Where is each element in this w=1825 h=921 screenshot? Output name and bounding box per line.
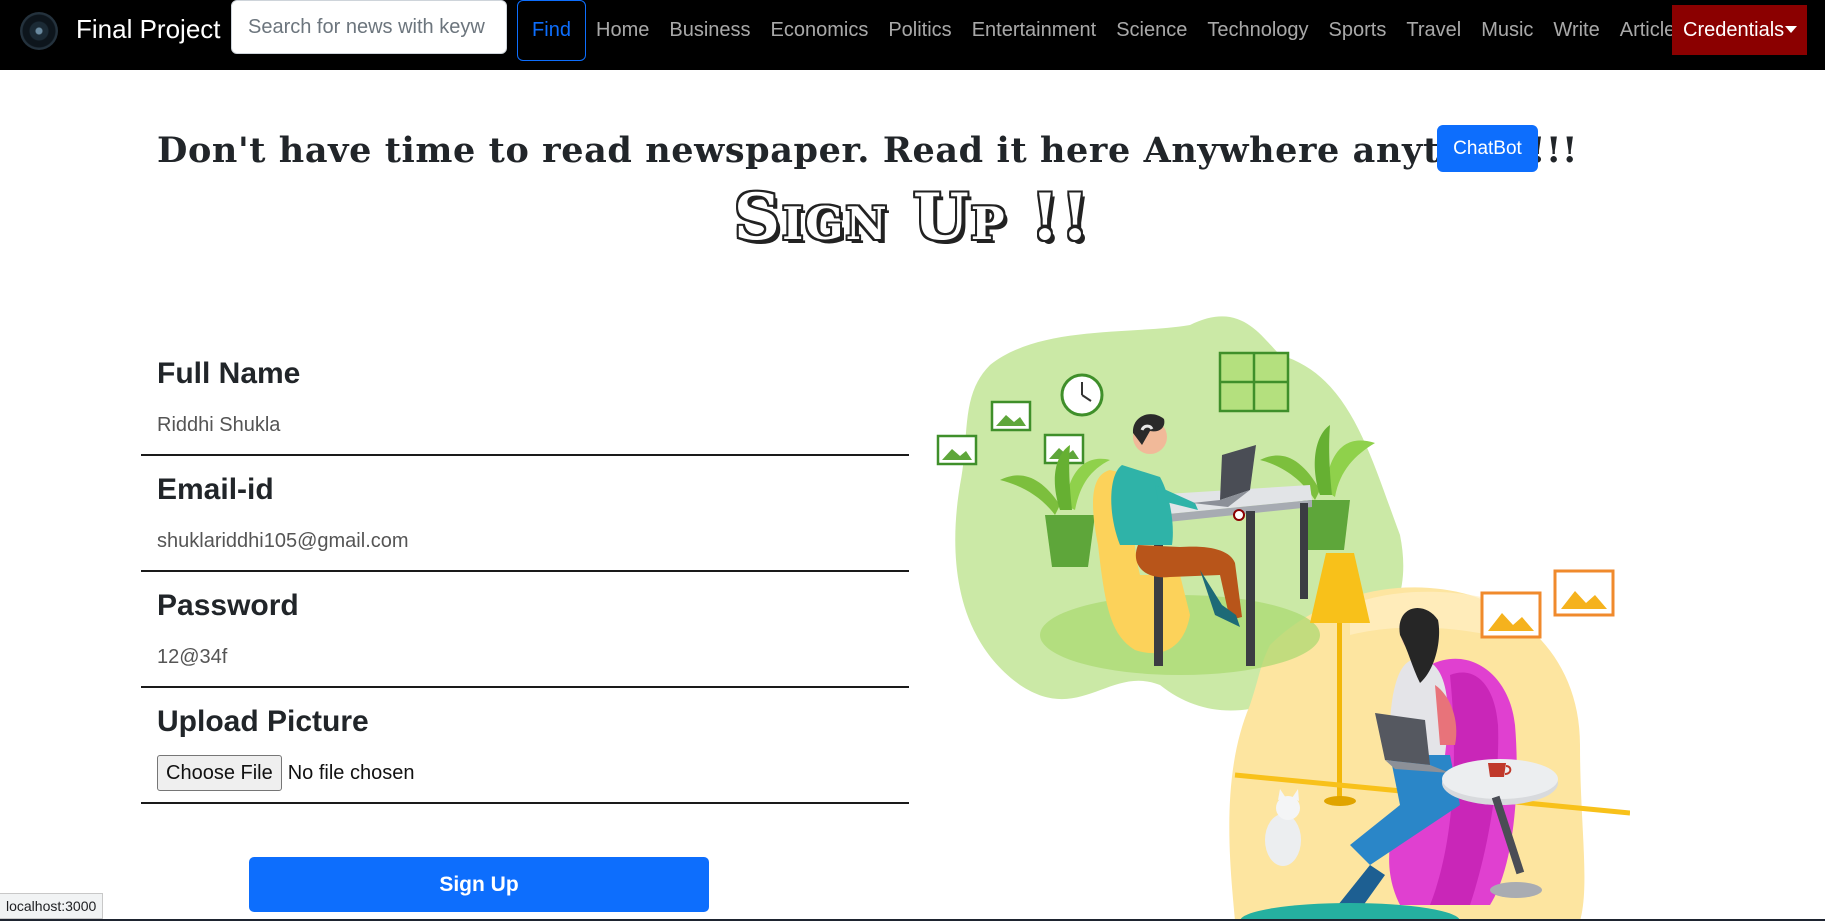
caret-down-icon — [1785, 26, 1797, 33]
email-label: Email-id — [157, 473, 274, 506]
page-tagline: Don't have time to read newspaper. Read … — [157, 130, 1578, 171]
email-field[interactable]: Email-id shuklariddhi105@gmail.com — [141, 456, 909, 572]
picture-frame-icon — [1480, 591, 1542, 639]
status-bar-url: localhost:3000 — [0, 893, 104, 919]
logo-icon[interactable] — [20, 12, 58, 50]
full-name-field[interactable]: Full Name Riddhi Shukla — [141, 340, 909, 456]
nav-link-business[interactable]: Business — [659, 19, 760, 42]
nav-link-science[interactable]: Science — [1106, 19, 1197, 42]
credentials-label: Credentials — [1683, 18, 1785, 41]
file-input[interactable]: Choose File No file chosen — [157, 755, 414, 791]
nav-link-entertainment[interactable]: Entertainment — [962, 19, 1107, 42]
nav-link-travel[interactable]: Travel — [1396, 19, 1471, 42]
nav-link-economics[interactable]: Economics — [761, 19, 879, 42]
coffee-cup-icon — [1233, 509, 1245, 521]
brand-name[interactable]: Final Project — [76, 14, 221, 45]
signup-form: Full Name Riddhi Shukla Email-id shuklar… — [141, 340, 909, 804]
password-label: Password — [157, 589, 299, 622]
window-icon — [1218, 351, 1290, 413]
nav-link-sports[interactable]: Sports — [1319, 19, 1397, 42]
full-name-label: Full Name — [157, 357, 301, 390]
work-from-home-illustration — [936, 316, 1630, 921]
choose-file-button[interactable]: Choose File — [157, 755, 282, 791]
upload-label: Upload Picture — [157, 705, 369, 738]
find-button[interactable]: Find — [517, 0, 586, 61]
credentials-dropdown[interactable]: Credentials — [1672, 5, 1807, 55]
email-input[interactable]: shuklariddhi105@gmail.com — [157, 530, 409, 553]
file-status: No file chosen — [287, 761, 415, 784]
nav-links: Home Business Economics Politics Enterta… — [586, 0, 1695, 61]
navbar: Final Project Find Home Business Economi… — [0, 0, 1825, 70]
nav-link-write[interactable]: Write — [1543, 19, 1609, 42]
chatbot-button[interactable]: ChatBot — [1437, 125, 1538, 172]
full-name-input[interactable]: Riddhi Shukla — [157, 414, 280, 437]
picture-frame-icon — [936, 434, 978, 466]
search-input[interactable] — [231, 0, 507, 54]
password-field[interactable]: Password 12@34f — [141, 572, 909, 688]
picture-frame-icon — [1553, 569, 1615, 617]
nav-link-politics[interactable]: Politics — [878, 19, 961, 42]
password-input[interactable]: 12@34f — [157, 646, 227, 669]
clock-icon — [1060, 373, 1104, 417]
nav-link-technology[interactable]: Technology — [1197, 19, 1318, 42]
picture-frame-icon — [990, 400, 1032, 432]
nav-link-music[interactable]: Music — [1471, 19, 1543, 42]
sign-up-button[interactable]: Sign Up — [249, 857, 709, 912]
page-title: Sign Up !! — [733, 180, 1092, 255]
nav-link-home[interactable]: Home — [586, 19, 659, 42]
upload-field: Upload Picture Choose File No file chose… — [141, 688, 909, 804]
